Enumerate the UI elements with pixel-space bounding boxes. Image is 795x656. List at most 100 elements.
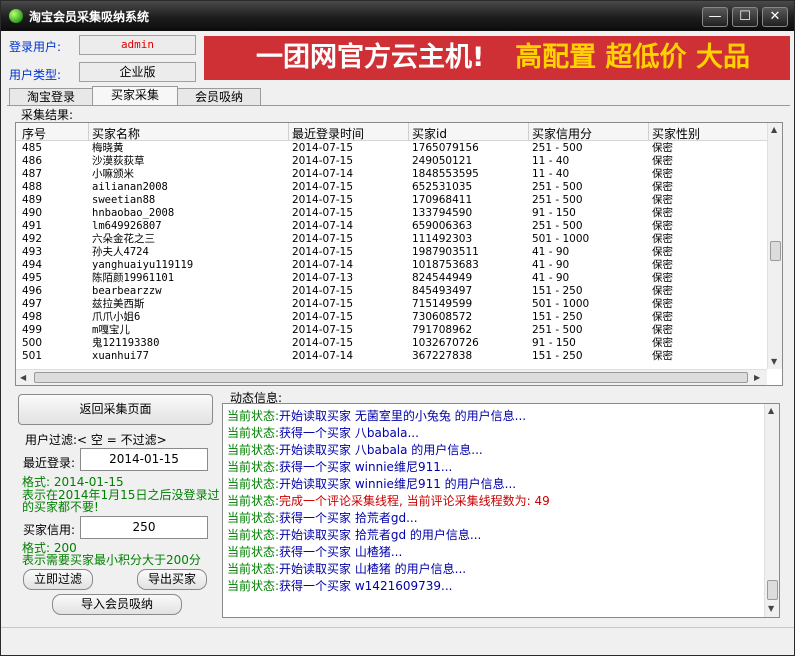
log-line-prefix: 当前状态: [227, 443, 280, 457]
table-vertical-scrollbar[interactable]: ▲ ▼ [767, 123, 782, 369]
log-line-text: 获得一个买家 拾荒者gd... [279, 511, 418, 525]
back-to-collect-button[interactable]: 返回采集页面 [18, 394, 213, 425]
scroll-up-arrow-icon[interactable]: ▲ [771, 125, 777, 134]
recent-login-input[interactable]: 2014-01-15 [80, 448, 208, 471]
column-header[interactable]: 最近登录时间 [292, 125, 364, 142]
table-cell: 1987903511 [412, 246, 479, 258]
log-line-prefix: 当前状态: [227, 579, 280, 593]
scroll-thumb[interactable] [34, 372, 748, 383]
table-cell: 2014-07-15 [292, 246, 354, 258]
table-cell: 492 [22, 233, 43, 245]
minimize-button[interactable]: — [702, 7, 728, 27]
log-line: 当前状态:开始读取买家 山楂猪 的用户信息... [227, 560, 466, 577]
table-cell: 保密 [652, 311, 673, 323]
close-button[interactable]: ✕ [762, 7, 788, 27]
format-hint-date: 格式: 2014-01-15 [22, 475, 124, 489]
column-divider[interactable] [288, 123, 289, 141]
table-cell: 保密 [652, 233, 673, 245]
log-line-text: 完成一个评论采集线程, 当前评论采集线程数为: 49 [279, 494, 550, 508]
table-row[interactable]: 496 bearbearzzw 2014-07-15 845493497 151 - 2… [16, 285, 767, 298]
table-cell: ailianan2008 [92, 181, 168, 193]
scroll-down-arrow-icon[interactable]: ▼ [768, 604, 774, 613]
column-divider[interactable] [408, 123, 409, 141]
filter-now-button[interactable]: 立即过滤 [23, 569, 93, 590]
table-row[interactable]: 495 陈陌颜19961101 2014-07-13 824544949 41 - 90… [16, 272, 767, 285]
table-cell: m嘎宝儿 [92, 324, 130, 336]
scroll-thumb[interactable] [770, 241, 781, 261]
log-panel[interactable]: 当前状态:开始读取买家 无菌室里的小兔兔 的用户信息... 当前状态:获得一个买家… [222, 403, 780, 618]
table-horizontal-scrollbar[interactable]: ◀ ▶ [16, 369, 767, 385]
table-row[interactable]: 485 梅晓黄 2014-07-15 1765079156 251 - 500 保密 [16, 142, 767, 155]
results-table[interactable]: 序号 买家名称 最近登录时间 买家id 买家信用分 买家性别 485 梅晓黄 201… [15, 122, 783, 386]
table-row[interactable]: 500 鬼121193380 2014-07-15 1032670726 91 - 15… [16, 337, 767, 350]
scroll-thumb[interactable] [767, 580, 778, 600]
table-row[interactable]: 486 沙漠荻荻草 2014-07-15 249050121 11 - 40 保密 [16, 155, 767, 168]
column-divider[interactable] [648, 123, 649, 141]
column-header[interactable]: 买家信用分 [532, 125, 592, 142]
table-cell: 保密 [652, 181, 673, 193]
log-line-text: 开始读取买家 拾荒者gd 的用户信息... [279, 528, 482, 542]
table-cell: 170968411 [412, 194, 473, 206]
import-member-button[interactable]: 导入会员吸纳 [52, 594, 182, 615]
column-header[interactable]: 买家性别 [652, 125, 700, 142]
scroll-left-arrow-icon[interactable]: ◀ [20, 373, 26, 382]
login-user-field: admin [79, 35, 196, 55]
recent-login-label: 最近登录: [23, 456, 76, 470]
table-row[interactable]: 492 六朵金花之三 2014-07-15 111492303 501 - 1000 保密 [16, 233, 767, 246]
table-cell: 251 - 500 [532, 181, 583, 193]
table-row[interactable]: 499 m嘎宝儿 2014-07-15 791708962 251 - 500 保密 [16, 324, 767, 337]
table-cell: 2014-07-15 [292, 155, 354, 167]
tab-taobao-login[interactable]: 淘宝登录 [9, 88, 93, 106]
table-cell: 2014-07-14 [292, 220, 354, 232]
log-line: 当前状态:开始读取买家 winnie维尼911 的用户信息... [227, 475, 516, 492]
format-hint-credit-desc: 表示需要买家最小积分大于200分 [22, 553, 201, 567]
table-cell: 251 - 500 [532, 220, 583, 232]
table-row[interactable]: 488 ailianan2008 2014-07-15 652531035 251 - … [16, 181, 767, 194]
log-line: 当前状态:开始读取买家 拾荒者gd 的用户信息... [227, 526, 481, 543]
table-cell: 鬼121193380 [92, 337, 160, 349]
window-title: 淘宝会员采集吸纳系统 [29, 10, 150, 24]
column-divider[interactable] [88, 123, 89, 141]
log-line-prefix: 当前状态: [227, 562, 280, 576]
table-row[interactable]: 498 爪爪小姐6 2014-07-15 730608572 151 - 250 保密 [16, 311, 767, 324]
table-row[interactable]: 493 孙夫人4724 2014-07-15 1987903511 41 - 90 保密 [16, 246, 767, 259]
table-cell: 1848553595 [412, 168, 479, 180]
table-cell: 41 - 90 [532, 246, 570, 258]
table-row[interactable]: 487 小嘛颁米 2014-07-14 1848553595 11 - 40 保密 [16, 168, 767, 181]
table-cell: 保密 [652, 272, 673, 284]
table-row[interactable]: 497 兹拉美西斯 2014-07-15 715149599 501 - 1000 保密 [16, 298, 767, 311]
table-cell: 保密 [652, 155, 673, 167]
table-cell: 715149599 [412, 298, 473, 310]
table-row[interactable]: 490 hnbaobao_2008 2014-07-15 133794590 91 - … [16, 207, 767, 220]
scroll-up-arrow-icon[interactable]: ▲ [768, 406, 774, 415]
table-cell: 保密 [652, 142, 673, 154]
tab-buyer-collect[interactable]: 买家采集 [92, 86, 178, 106]
table-cell: 486 [22, 155, 43, 167]
table-cell: 489 [22, 194, 43, 206]
results-label: 采集结果: [21, 108, 74, 122]
log-vertical-scrollbar[interactable]: ▲ ▼ [764, 404, 779, 617]
table-cell: 494 [22, 259, 43, 271]
table-row[interactable]: 494 yanghuaiyu119119 2014-07-14 1018753683 4… [16, 259, 767, 272]
column-divider[interactable] [528, 123, 529, 141]
table-row[interactable]: 489 sweetian88 2014-07-15 170968411 251 - 50… [16, 194, 767, 207]
column-header[interactable]: 买家id [412, 125, 447, 142]
tab-member-absorb[interactable]: 会员吸纳 [177, 88, 261, 106]
scroll-down-arrow-icon[interactable]: ▼ [771, 357, 777, 366]
table-cell: 1765079156 [412, 142, 479, 154]
banner-ad[interactable]: 一团网官方云主机! 高配置 超低价 大品 [204, 36, 790, 80]
table-row[interactable]: 491 lm649926807 2014-07-14 659006363 251 - 5… [16, 220, 767, 233]
table-cell: yanghuaiyu119119 [92, 259, 194, 271]
table-row[interactable]: 501 xuanhui77 2014-07-14 367227838 151 - 250… [16, 350, 767, 363]
table-cell: 保密 [652, 324, 673, 336]
buyer-credit-input[interactable]: 250 [80, 516, 208, 539]
banner-text-main: 一团网官方云主机! [256, 42, 485, 73]
title-bar[interactable]: 淘宝会员采集吸纳系统 — ☐ ✕ [1, 1, 794, 31]
maximize-button[interactable]: ☐ [732, 7, 758, 27]
export-buyers-button[interactable]: 导出买家 [137, 569, 207, 590]
table-cell: 487 [22, 168, 43, 180]
column-header[interactable]: 买家名称 [92, 125, 140, 142]
log-line: 当前状态:完成一个评论采集线程, 当前评论采集线程数为: 49 [227, 492, 550, 509]
scroll-right-arrow-icon[interactable]: ▶ [754, 373, 760, 382]
column-header[interactable]: 序号 [22, 125, 46, 142]
